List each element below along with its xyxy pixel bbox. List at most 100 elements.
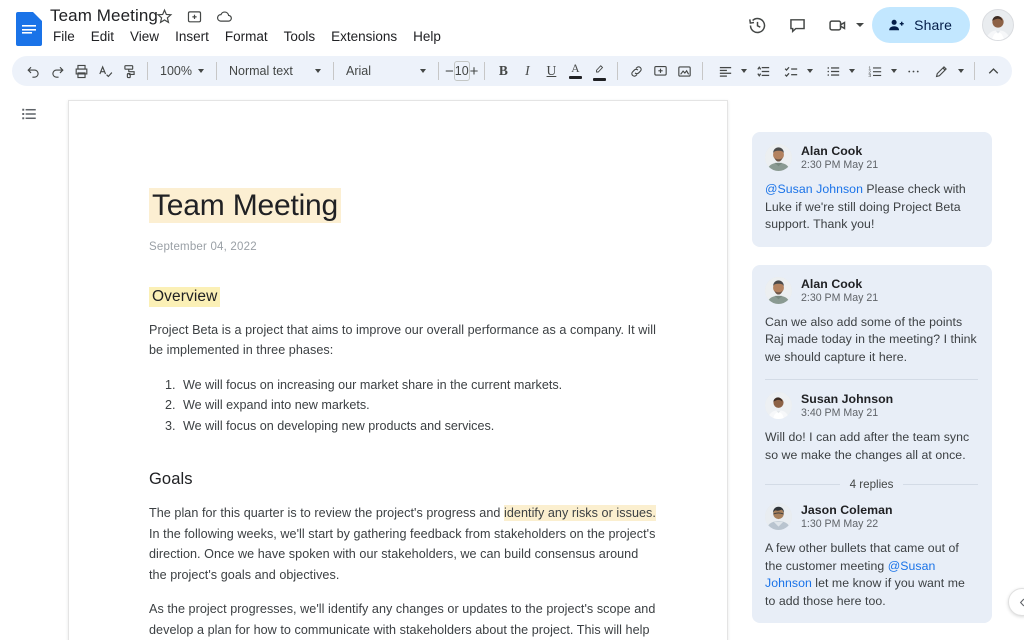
top-bar: Team Meeting File Edit View Insert Forma… [0, 0, 1024, 50]
paint-format-icon[interactable] [117, 59, 141, 83]
comment-header: Alan Cook 2:30 PM May 21 [765, 144, 978, 172]
reply-header: Susan Johnson 3:40 PM May 21 [765, 392, 978, 420]
user-mention[interactable]: @Susan Johnson [765, 182, 863, 196]
share-button[interactable]: Share [872, 7, 970, 43]
chevron-down-icon[interactable] [856, 23, 865, 27]
left-rail [0, 92, 58, 640]
collapse-sidebar-button[interactable] [1008, 588, 1024, 616]
toolbar-divider [617, 62, 619, 80]
text-color-button[interactable]: A [563, 59, 587, 83]
line-spacing-icon[interactable] [751, 59, 775, 83]
comment-card[interactable]: Alan Cook 2:30 PM May 21 @Susan Johnson … [752, 132, 992, 247]
toolbar-divider [974, 62, 976, 80]
undo-icon[interactable] [21, 59, 45, 83]
bulleted-list-dropdown[interactable] [817, 59, 859, 83]
menu-help[interactable]: Help [405, 27, 449, 46]
print-icon[interactable] [69, 59, 93, 83]
document-outline-icon[interactable] [16, 101, 42, 127]
svg-text:3: 3 [868, 73, 871, 79]
spellcheck-icon[interactable] [93, 59, 117, 83]
paragraph-style-dropdown[interactable]: Normal text [223, 59, 327, 83]
toolbar-divider [332, 62, 334, 80]
star-icon[interactable] [156, 8, 173, 25]
zoom-value: 100% [160, 64, 192, 78]
zoom-dropdown[interactable]: 100% [154, 59, 210, 83]
comment-icon[interactable] [779, 7, 815, 43]
toolbar-divider [215, 62, 217, 80]
divider-line [903, 484, 979, 485]
reply-timestamp: 1:30 PM May 22 [801, 518, 879, 530]
reply-author: Susan Johnson [801, 392, 894, 406]
history-icon[interactable] [739, 7, 775, 43]
chevron-down-icon [314, 69, 321, 73]
cloud-saved-icon[interactable] [216, 8, 233, 25]
page-content: Team Meeting September 04, 2022 Overview… [69, 101, 727, 640]
toolbar-divider [702, 62, 704, 80]
numbered-list-dropdown[interactable]: 123 [859, 59, 901, 83]
increase-font-size-button[interactable]: + [470, 61, 479, 81]
reply-meta: Susan Johnson 3:40 PM May 21 [801, 392, 893, 420]
section-overview: Overview Project Beta is a project that … [149, 253, 659, 437]
chevron-left-icon [1019, 598, 1024, 606]
highlight-icon [593, 62, 606, 77]
decrease-font-size-button[interactable]: − [445, 61, 454, 81]
reply-meta: Jason Coleman 1:30 PM May 22 [801, 503, 893, 531]
replies-collapse-row[interactable]: 4 replies [765, 478, 979, 491]
chevron-down-icon [197, 69, 204, 73]
menu-insert[interactable]: Insert [167, 27, 217, 46]
italic-button[interactable]: I [515, 59, 539, 83]
more-horizontal-icon[interactable] [901, 59, 925, 83]
document-page[interactable]: Team Meeting September 04, 2022 Overview… [68, 100, 728, 640]
video-camera-icon[interactable] [819, 7, 855, 43]
meet-button[interactable] [819, 7, 865, 43]
highlight-color-button[interactable] [587, 59, 611, 83]
reply-author: Jason Coleman [801, 503, 893, 517]
menu-file[interactable]: File [50, 27, 83, 46]
redo-icon[interactable] [45, 59, 69, 83]
doc-heading-overview: Overview [149, 286, 221, 307]
reply-timestamp: 3:40 PM May 21 [801, 407, 879, 419]
link-icon[interactable] [624, 59, 648, 83]
doc-numbered-list: We will focus on increasing our market s… [149, 375, 659, 437]
comment-header: Alan Cook 2:30 PM May 21 [765, 276, 978, 305]
doc-paragraph-overview: Project Beta is a project that aims to i… [149, 322, 656, 358]
list-item: We will focus on developing new products… [179, 416, 659, 437]
comment-card[interactable]: Alan Cook 2:30 PM May 21 Can we also add… [752, 264, 992, 623]
people-add-icon [889, 19, 904, 30]
doc-title-line: Team Meeting [149, 187, 659, 225]
google-docs-icon[interactable] [16, 12, 42, 46]
menu-tools[interactable]: Tools [276, 27, 324, 46]
document-title[interactable]: Team Meeting [50, 6, 158, 26]
insert-image-icon[interactable] [672, 59, 696, 83]
add-comment-icon[interactable] [648, 59, 672, 83]
move-to-folder-icon[interactable] [186, 8, 203, 25]
menu-edit[interactable]: Edit [83, 27, 122, 46]
jason-coleman-avatar [765, 503, 792, 530]
checklist-dropdown[interactable] [775, 59, 817, 83]
align-dropdown[interactable] [709, 59, 751, 83]
menu-format[interactable]: Format [217, 27, 276, 46]
comment-body: @Susan Johnson Please check with Luke if… [765, 181, 978, 234]
alan-cook-avatar [765, 144, 792, 171]
title-action-icons [156, 8, 233, 25]
font-size-input[interactable]: 10 [453, 61, 470, 81]
google-docs-window: Team Meeting File Edit View Insert Forma… [0, 0, 1024, 640]
align-left-icon [713, 59, 737, 83]
chevron-down-icon [741, 69, 748, 73]
comment-author: Alan Cook [801, 276, 863, 291]
bold-button[interactable]: B [491, 59, 515, 83]
list-item: We will expand into new markets. [179, 395, 659, 416]
underline-button[interactable]: U [539, 59, 563, 83]
menu-extensions[interactable]: Extensions [323, 27, 405, 46]
menu-view[interactable]: View [122, 27, 167, 46]
account-avatar[interactable] [982, 9, 1014, 41]
font-family-dropdown[interactable]: Arial [340, 59, 432, 83]
goals-text-after: In the following weeks, we'll start by g… [149, 526, 656, 582]
editing-mode-dropdown[interactable] [925, 59, 968, 83]
doc-heading-goals: Goals [149, 470, 193, 488]
comment-timestamp: 2:30 PM May 21 [801, 291, 879, 304]
goals-highlighted-phrase: identify any risks or issues. [504, 505, 656, 521]
chevron-up-icon[interactable] [981, 59, 1005, 83]
susan-johnson-avatar [765, 392, 792, 419]
underline-label: U [546, 63, 557, 78]
